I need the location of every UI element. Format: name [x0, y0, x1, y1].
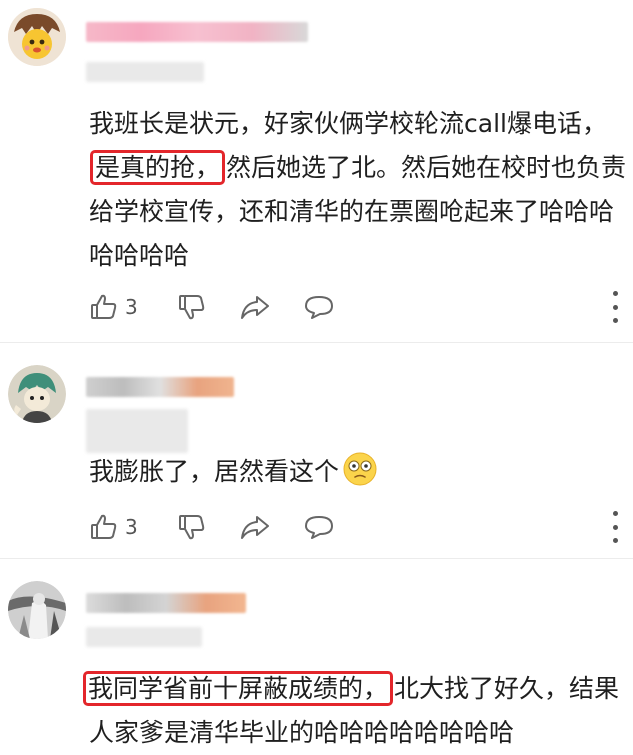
like-count: 3	[125, 515, 138, 539]
share-button[interactable]	[239, 509, 271, 545]
comment-text: 我膨胀了，居然看这个	[89, 450, 629, 494]
username[interactable]	[86, 593, 246, 613]
thumbs-down-icon	[177, 512, 207, 542]
dislike-button[interactable]	[177, 289, 207, 325]
like-count: 3	[125, 295, 138, 319]
comment-bubble-icon	[303, 292, 335, 322]
highlighted-phrase: 是真的抢，	[90, 150, 226, 185]
comment-text: 我同学省前十屏蔽成绩的， 北大找了好久，结果人家爹是清华毕业的哈哈哈哈哈哈哈哈	[83, 667, 629, 755]
more-vertical-icon[interactable]	[611, 291, 619, 323]
highlighted-phrase: 我同学省前十屏蔽成绩的，	[83, 671, 394, 706]
like-button[interactable]: 3	[89, 289, 138, 325]
username[interactable]	[86, 377, 234, 397]
avatar[interactable]	[8, 8, 66, 66]
comment-meta	[86, 409, 188, 453]
comment-item: 我同学省前十屏蔽成绩的， 北大找了好久，结果人家爹是清华毕业的哈哈哈哈哈哈哈哈	[0, 559, 633, 755]
comment-actions: 3	[89, 289, 629, 325]
share-icon	[239, 512, 271, 542]
like-button[interactable]: 3	[89, 509, 138, 545]
comment-text: 我班长是状元，好家伙俩学校轮流call爆电话，是真的抢， 然后她选了北。然后她在校…	[89, 102, 629, 278]
thumbs-down-icon	[177, 292, 207, 322]
thumbs-up-icon	[89, 512, 119, 542]
username[interactable]	[86, 22, 308, 42]
reply-button[interactable]	[303, 289, 335, 325]
comment-actions: 3	[89, 509, 629, 545]
comment-text-part: 我膨胀了，居然看这个	[89, 457, 340, 486]
avatar[interactable]	[8, 365, 66, 423]
comment-bubble-icon	[303, 512, 335, 542]
comment-meta	[86, 62, 204, 82]
more-vertical-icon[interactable]	[611, 511, 619, 543]
comment-text-part: 我班长是状元，好家伙俩学校轮流call爆电话，	[89, 109, 607, 138]
eye-roll-emoji-icon	[343, 452, 377, 486]
reply-button[interactable]	[303, 509, 335, 545]
comment-meta	[86, 627, 202, 647]
share-icon	[239, 292, 271, 322]
avatar[interactable]	[8, 581, 66, 639]
share-button[interactable]	[239, 289, 271, 325]
comment-item: 我班长是状元，好家伙俩学校轮流call爆电话，是真的抢， 然后她选了北。然后她在校…	[0, 0, 633, 340]
thumbs-up-icon	[89, 292, 119, 322]
dislike-button[interactable]	[177, 509, 207, 545]
comment-item: 我膨胀了，居然看这个 3	[0, 343, 633, 557]
